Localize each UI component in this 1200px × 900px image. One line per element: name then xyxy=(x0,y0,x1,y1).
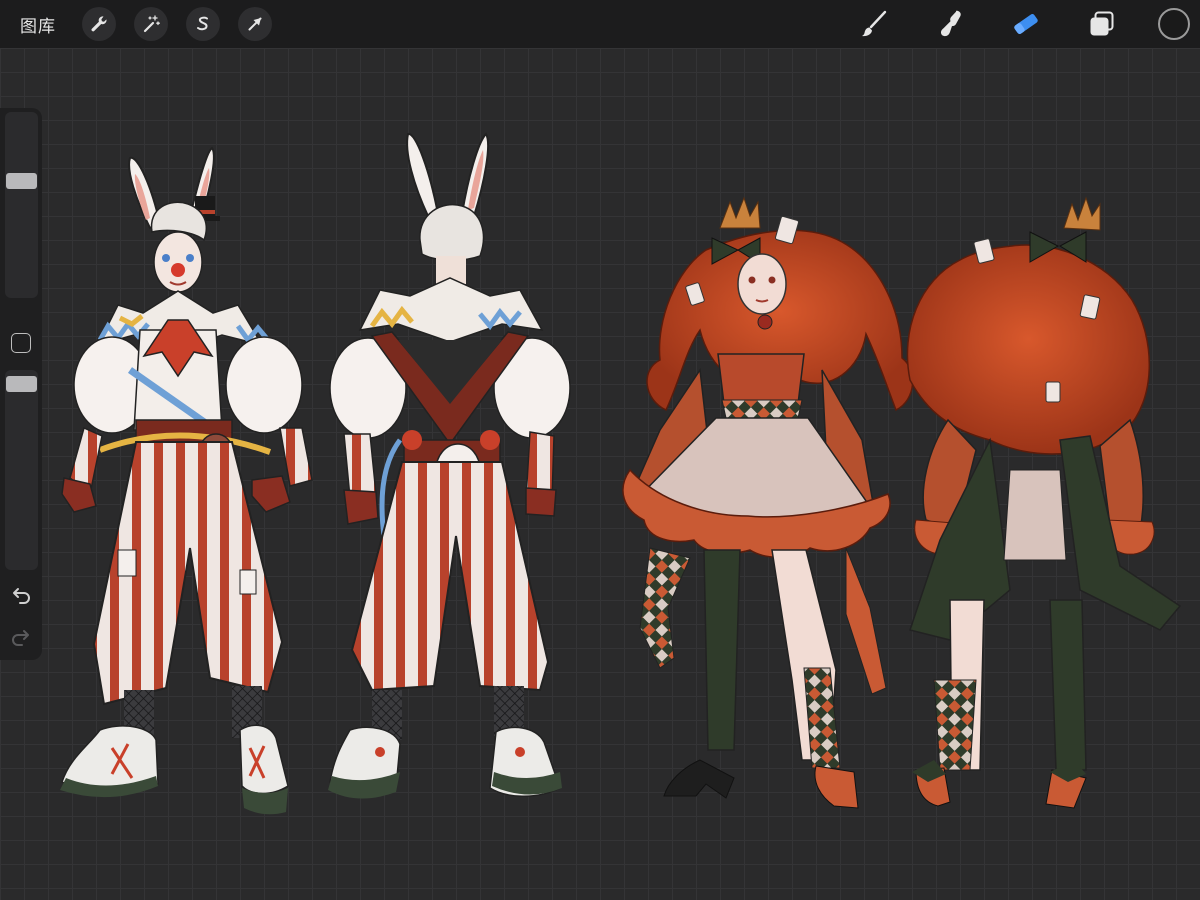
undo-button[interactable] xyxy=(9,587,33,609)
painting-tools xyxy=(820,0,1200,48)
layers-icon xyxy=(1090,11,1114,36)
adjustments-button[interactable] xyxy=(134,7,168,41)
undo-arrow-icon xyxy=(13,588,30,604)
brush-size-slider[interactable] xyxy=(5,112,38,298)
selection-button[interactable] xyxy=(186,7,220,41)
rabbit-clown-back-view xyxy=(328,132,571,799)
magic-wand-icon xyxy=(143,15,160,33)
eraser-icon xyxy=(1014,14,1038,34)
opacity-slider[interactable] xyxy=(5,370,38,570)
eraser-button[interactable] xyxy=(1004,2,1048,46)
selection-s-icon xyxy=(197,16,208,31)
smudge-button[interactable] xyxy=(928,2,972,46)
rabbit-clown-front-view xyxy=(60,146,313,815)
arrow-cursor-icon xyxy=(248,17,262,31)
smudge-finger-icon xyxy=(940,10,961,37)
top-toolbar: 图库 xyxy=(0,0,1200,48)
redo-arrow-icon xyxy=(12,630,29,646)
brush-button[interactable] xyxy=(852,2,896,46)
transform-button[interactable] xyxy=(238,7,272,41)
queen-of-hearts-front-view xyxy=(622,196,914,809)
gallery-button[interactable]: 图库 xyxy=(20,12,56,37)
modify-button[interactable] xyxy=(11,333,31,353)
brush-size-thumb[interactable] xyxy=(6,173,37,190)
brush-icon xyxy=(862,10,887,37)
layers-button[interactable] xyxy=(1080,2,1124,46)
left-sidebar xyxy=(0,108,42,660)
opacity-thumb[interactable] xyxy=(6,376,37,393)
character-sheet-artwork xyxy=(60,132,1182,815)
queen-of-hearts-back-view xyxy=(906,196,1182,809)
actions-button[interactable] xyxy=(82,7,116,41)
redo-button[interactable] xyxy=(9,629,33,651)
color-picker-button[interactable] xyxy=(1158,8,1190,40)
wrench-icon xyxy=(91,16,107,32)
